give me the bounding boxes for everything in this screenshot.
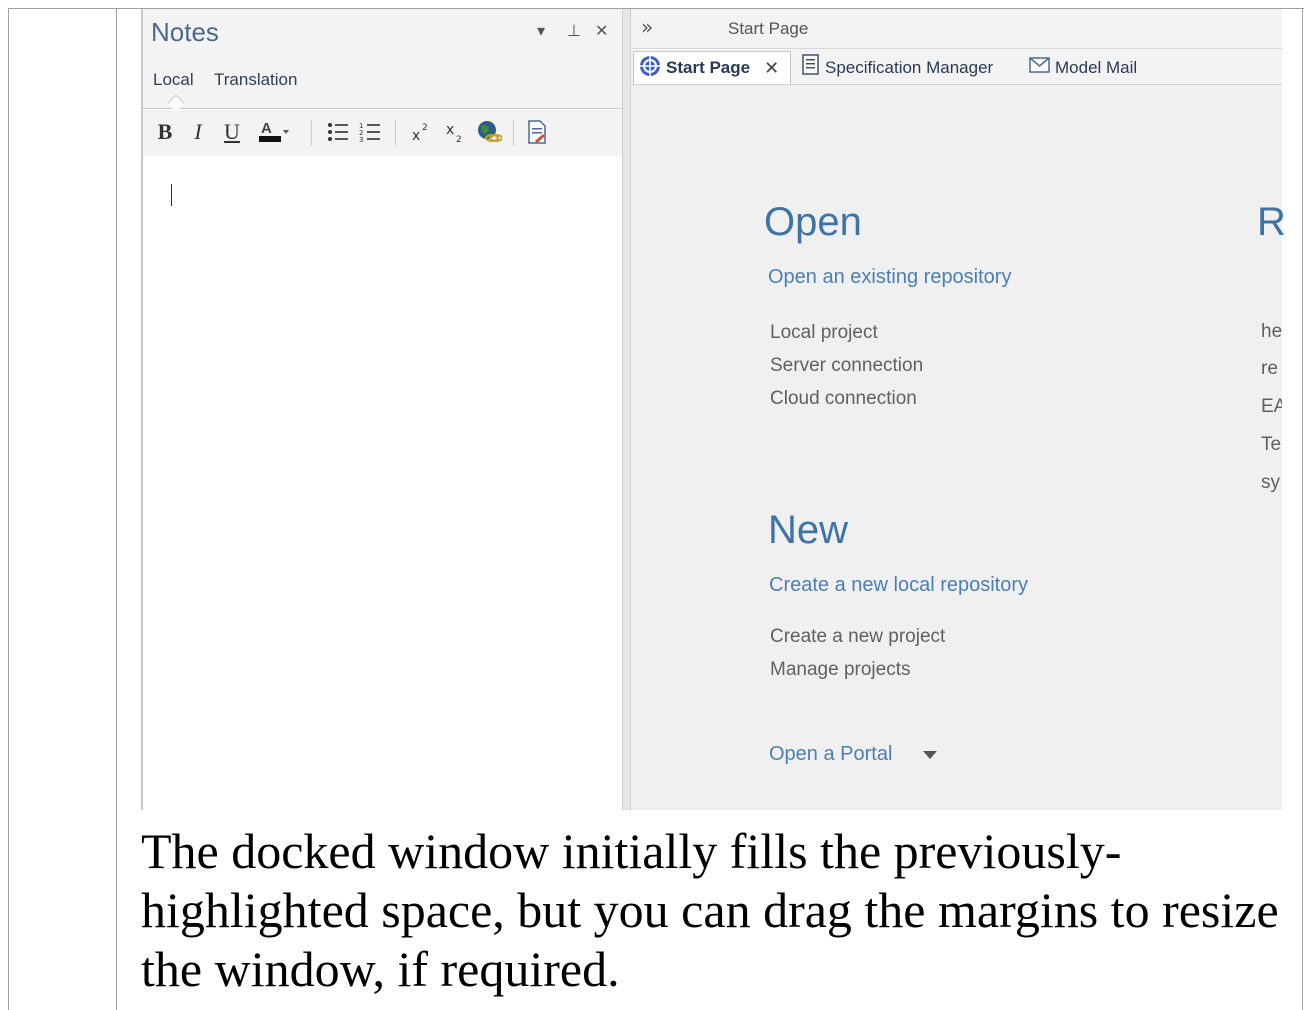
tab-local[interactable]: Local (153, 70, 194, 90)
svg-text:x: x (446, 122, 454, 138)
numbered-list-button[interactable]: 1 2 3 (357, 118, 383, 146)
recent-item[interactable]: he (1261, 321, 1282, 343)
dropdown-icon[interactable]: ▾ (537, 21, 545, 40)
recent-heading: R (1257, 200, 1286, 244)
notes-editor[interactable] (143, 156, 622, 810)
caption-text: The docked window initially fills the pr… (141, 823, 1279, 997)
create-new-project-link[interactable]: Create a new project (770, 626, 945, 648)
svg-text:3: 3 (359, 136, 363, 144)
open-existing-repository-link[interactable]: Open an existing repository (768, 266, 1011, 289)
numbered-list-icon: 1 2 3 (359, 122, 380, 144)
text-cursor (171, 184, 172, 206)
subscript-button[interactable]: x 2 (443, 118, 469, 146)
mail-icon (1029, 56, 1051, 79)
pin-icon[interactable]: ⊥ (567, 21, 581, 40)
manage-projects-link[interactable]: Manage projects (770, 659, 910, 681)
recent-item[interactable]: re (1261, 358, 1282, 380)
svg-text:2: 2 (456, 135, 462, 144)
server-connection-link[interactable]: Server connection (770, 355, 923, 377)
start-page-title: Start Page (728, 19, 809, 38)
subscript-icon: x 2 (446, 122, 462, 144)
overflow-chevron-icon[interactable]: » (641, 15, 653, 39)
cloud-connection-link[interactable]: Cloud connection (770, 388, 917, 410)
toolbar-separator (311, 120, 312, 146)
doc-table-column-divider (116, 8, 117, 1010)
globe-link-icon (478, 121, 502, 142)
svg-text:A: A (261, 120, 272, 137)
active-tab-indicator (167, 94, 185, 112)
new-heading: New (768, 508, 849, 552)
underline-button[interactable]: U (221, 118, 243, 146)
close-icon[interactable]: ✕ (595, 21, 608, 40)
start-page-titlebar: » Start Page (631, 9, 1282, 49)
start-page-icon (638, 54, 662, 83)
doc-table-right-border (1302, 8, 1303, 1010)
start-page-content: Open Open an existing repository Local p… (631, 86, 1286, 810)
svg-text:2: 2 (422, 123, 428, 133)
notes-title: Notes (151, 17, 219, 47)
notes-tab-strip: Local Translation (143, 59, 622, 112)
svg-text:x: x (412, 128, 420, 144)
tab-specification-manager-label: Specification Manager (825, 57, 994, 77)
notes-panel: Notes ▾ ⊥ ✕ Local Translation B I U A 1 … (141, 9, 622, 810)
tab-specification-manager[interactable]: Specification Manager (801, 51, 993, 84)
start-page-panel: » Start Page Start Page ✕ Specification … (631, 9, 1286, 810)
bulleted-list-button[interactable] (325, 118, 351, 146)
create-local-repository-link[interactable]: Create a new local repository (769, 574, 1028, 597)
font-color-icon: A (259, 120, 289, 142)
tab-translation[interactable]: Translation (214, 70, 297, 90)
notes-header: Notes ▾ ⊥ ✕ (143, 9, 622, 59)
bulleted-list-icon (328, 123, 348, 141)
screenshot-region: Notes ▾ ⊥ ✕ Local Translation B I U A 1 … (141, 9, 1286, 810)
tab-start-page-label: Start Page (666, 58, 751, 77)
toolbar-separator (513, 120, 514, 146)
tab-start-page[interactable]: Start Page ✕ (633, 51, 791, 84)
splitter-handle[interactable] (622, 9, 631, 810)
open-heading: Open (764, 200, 862, 244)
recent-item[interactable]: sy (1261, 472, 1282, 494)
bold-button[interactable]: B (155, 118, 175, 146)
italic-button[interactable]: I (189, 118, 207, 146)
document-edit-icon (528, 120, 546, 144)
superscript-icon: x 2 (412, 123, 428, 144)
doc-table-left-border (8, 8, 9, 1010)
hyperlink-button[interactable] (475, 118, 503, 146)
font-color-button[interactable]: A (255, 118, 289, 146)
toolbar-separator (395, 120, 396, 146)
recent-item[interactable]: Te (1261, 434, 1282, 456)
tab-model-mail[interactable]: Model Mail (1029, 51, 1137, 84)
local-project-link[interactable]: Local project (770, 322, 878, 344)
notes-toolbar: B I U A 1 2 3 x 2 x 2 (143, 110, 622, 156)
insert-document-button[interactable] (523, 118, 551, 146)
open-portal-link[interactable]: Open a Portal (769, 743, 892, 766)
document-tab-strip: Start Page ✕ Specification Manager Model… (631, 49, 1282, 85)
recent-item[interactable]: EA (1261, 396, 1282, 418)
tab-model-mail-label: Model Mail (1055, 57, 1138, 77)
document-icon (801, 54, 821, 81)
close-tab-icon[interactable]: ✕ (764, 58, 779, 79)
superscript-button[interactable]: x 2 (409, 118, 435, 146)
chevron-down-icon[interactable] (923, 751, 937, 759)
